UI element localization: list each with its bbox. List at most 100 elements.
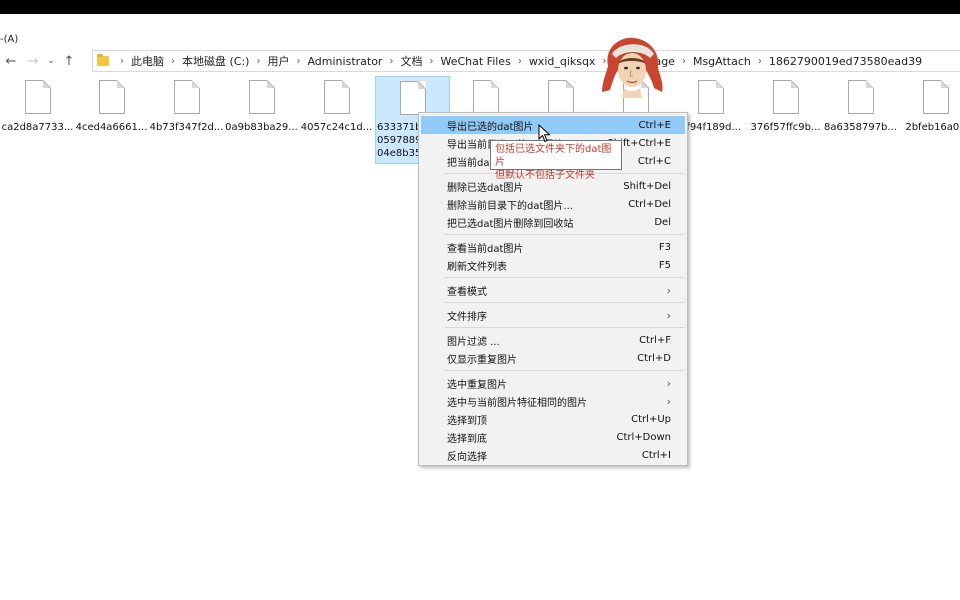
breadcrumb-separator-chevron-icon[interactable]: ›	[389, 56, 393, 67]
file-item[interactable]: 4ced4a6661...	[74, 76, 149, 164]
menu-item[interactable]: 查看模式 ›	[419, 281, 687, 299]
file-item[interactable]: 4b73f347f2d...	[149, 76, 224, 164]
menu-item-shortcut: Ctrl+D	[637, 352, 671, 364]
file-item[interactable]: ca2d8a7733...	[0, 76, 75, 164]
file-icon	[697, 80, 724, 114]
file-icon	[847, 80, 874, 114]
file-name: 2bfeb16a02	[905, 122, 960, 133]
address-bar: ← → ⌄ ↑ › 此电脑 › 本地磁盘 (C:) › 用户 › Administrator ›…	[0, 49, 960, 73]
breadcrumb[interactable]: › 此电脑 › 本地磁盘 (C:) › 用户 › Administrator › 文档 › WeCha…	[92, 50, 960, 72]
menu-separator	[445, 234, 685, 235]
file-icon	[173, 80, 200, 114]
menu-item-label: 反向选择	[447, 451, 487, 463]
submenu-chevron-right-icon: ›	[666, 283, 671, 297]
file-icon	[248, 80, 275, 114]
menu-item-label: 仅显示重复图片	[447, 354, 517, 366]
breadcrumb-separator-chevron-icon[interactable]: ›	[682, 56, 686, 67]
menu-item[interactable]: 删除当前目录下的dat图片... Ctrl+Del	[419, 195, 687, 213]
breadcrumb-item[interactable]: Administrator	[307, 55, 382, 68]
top-black-bar	[0, 0, 960, 14]
menu-item[interactable]: 选择到底 Ctrl+Down	[419, 428, 687, 446]
menu-item-shortcut: Ctrl+F	[639, 334, 671, 346]
file-item[interactable]: 8a6358797b...	[823, 76, 898, 164]
breadcrumb-item[interactable]: 1862790019ed73580ead39	[769, 55, 922, 68]
file-icon	[24, 80, 51, 114]
mouse-cursor-icon	[538, 124, 551, 143]
menu-item[interactable]: 选中重复图片 ›	[419, 374, 687, 392]
menu-item-shortcut: Ctrl+Up	[631, 413, 671, 425]
file-icon	[472, 80, 499, 114]
up-arrow-icon[interactable]: ↑	[58, 50, 80, 72]
breadcrumb-separator-chevron-icon[interactable]: ›	[518, 56, 522, 67]
menu-item-shortcut: F5	[658, 259, 671, 271]
menu-item-label: 选中与当前图片特征相同的图片	[447, 397, 587, 409]
menu-item-shortcut: Shift+Del	[623, 180, 671, 192]
tooltip: 包括已选文件夹下的dat图片 但默认不包括子文件夹	[490, 140, 622, 181]
breadcrumb-item[interactable]: 本地磁盘 (C:)	[182, 53, 249, 69]
file-icon	[772, 80, 799, 114]
file-item[interactable]: 4057c24c1d...	[299, 76, 374, 164]
menu-item[interactable]: 反向选择 Ctrl+I	[419, 446, 687, 464]
menu-item[interactable]: 刷新文件列表 F5	[419, 256, 687, 274]
menu-item-shortcut: Ctrl+I	[641, 449, 671, 461]
menu-item-label: 图片过滤 ...	[447, 336, 500, 348]
breadcrumb-separator-chevron-icon[interactable]: ›	[120, 56, 124, 67]
menu-item-label: 选择到顶	[447, 415, 487, 427]
breadcrumb-item[interactable]: 此电脑	[131, 53, 164, 69]
recent-locations-chevron-icon[interactable]: ⌄	[44, 50, 58, 72]
submenu-chevron-right-icon: ›	[666, 376, 671, 390]
menu-item-shortcut: F3	[658, 241, 671, 253]
file-item[interactable]: 376f57ffc9b...	[748, 76, 823, 164]
menu-separator	[445, 277, 685, 278]
submenu-chevron-right-icon: ›	[666, 308, 671, 322]
file-name: 4b73f347f2d...	[149, 122, 224, 133]
breadcrumb-separator-chevron-icon[interactable]: ›	[256, 56, 260, 67]
submenu-chevron-right-icon: ›	[666, 394, 671, 408]
menu-fragment[interactable]: -(A)	[0, 34, 18, 45]
back-arrow-icon[interactable]: ←	[0, 50, 22, 72]
menu-item[interactable]: 把已选dat图片删除到回收站 Del	[419, 213, 687, 231]
breadcrumb-separator-chevron-icon[interactable]: ›	[296, 56, 300, 67]
menu-item[interactable]: 查看当前dat图片 F3	[419, 238, 687, 256]
file-name: 4057c24c1d...	[300, 122, 373, 133]
menu-item-label: 文件排序	[447, 311, 487, 323]
menu-item[interactable]: 导出已选的dat图片 Ctrl+E	[421, 116, 685, 134]
breadcrumb-separator-chevron-icon[interactable]: ›	[758, 56, 762, 67]
file-icon	[323, 80, 350, 114]
breadcrumb-item[interactable]: WeChat Files	[440, 55, 510, 68]
file-item[interactable]: 0a9b83ba29...	[224, 76, 299, 164]
menu-item[interactable]: 仅显示重复图片 Ctrl+D	[419, 349, 687, 367]
menu-separator	[445, 370, 685, 371]
menu-item-shortcut: Ctrl+Del	[628, 198, 671, 210]
menu-item-label: 选中重复图片	[447, 379, 507, 391]
tooltip-line-1: 包括已选文件夹下的dat图片	[495, 144, 612, 168]
forward-arrow-icon[interactable]: →	[22, 50, 44, 72]
menu-item[interactable]: 选择到顶 Ctrl+Up	[419, 410, 687, 428]
menu-item[interactable]: 图片过滤 ... Ctrl+F	[419, 331, 687, 349]
tooltip-line-2: 但默认不包括子文件夹	[495, 170, 595, 181]
breadcrumb-separator-chevron-icon[interactable]: ›	[171, 56, 175, 67]
menu-item-label: 刷新文件列表	[447, 261, 507, 273]
file-icon	[98, 80, 125, 114]
file-name: 376f57ffc9b...	[750, 122, 821, 133]
file-name: 6f94f189d...	[679, 122, 742, 133]
file-icon	[399, 81, 426, 115]
menu-item-shortcut: Ctrl+E	[638, 119, 672, 131]
breadcrumb-item[interactable]: 文档	[400, 53, 422, 69]
menu-separator	[445, 302, 685, 303]
file-item[interactable]: 2bfeb16a02	[898, 76, 960, 164]
menu-separator	[445, 327, 685, 328]
menu-item-label: 选择到底	[447, 433, 487, 445]
folder-icon	[97, 54, 109, 66]
menu-item-shortcut: Ctrl+C	[637, 155, 671, 167]
menu-item-label: 把已选dat图片删除到回收站	[447, 218, 574, 230]
menu-item[interactable]: 文件排序 ›	[419, 306, 687, 324]
breadcrumb-item[interactable]: MsgAttach	[693, 55, 751, 68]
menu-item[interactable]: 选中与当前图片特征相同的图片 ›	[419, 392, 687, 410]
file-name: 8a6358797b...	[824, 122, 897, 133]
file-name: 0a9b83ba29...	[225, 122, 298, 133]
breadcrumb-item[interactable]: 用户	[267, 53, 289, 69]
breadcrumb-separator-chevron-icon[interactable]: ›	[429, 56, 433, 67]
breadcrumb-item[interactable]: wxid_qiksqx	[529, 55, 596, 68]
menu-item-shortcut: Del	[654, 216, 671, 228]
